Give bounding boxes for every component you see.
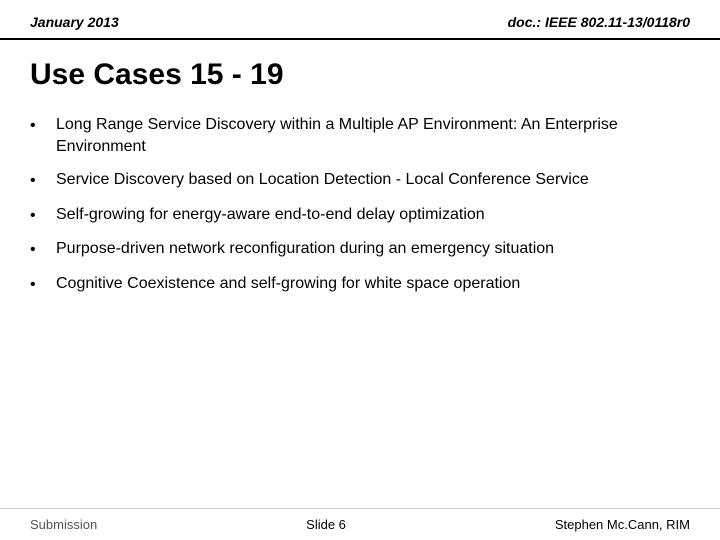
header-doc: doc.: IEEE 802.11-13/0118r0	[508, 14, 690, 30]
bullet-dot: •	[30, 115, 48, 137]
footer-submission: Submission	[30, 517, 97, 532]
bullet-dot: •	[30, 274, 48, 296]
title-section: Use Cases 15 - 19	[0, 40, 720, 106]
bullet-item: • Long Range Service Discovery within a M…	[30, 114, 690, 157]
slide-header: January 2013 doc.: IEEE 802.11-13/0118r0	[0, 0, 720, 40]
slide: January 2013 doc.: IEEE 802.11-13/0118r0…	[0, 0, 720, 540]
slide-title: Use Cases 15 - 19	[30, 58, 690, 92]
bullet-text-4: Purpose-driven network reconfiguration d…	[56, 238, 690, 260]
bullet-text-1: Long Range Service Discovery within a Mu…	[56, 114, 690, 157]
bullet-item: • Self-growing for energy-aware end-to-en…	[30, 204, 690, 227]
footer-author: Stephen Mc.Cann, RIM	[555, 517, 690, 532]
bullet-list: • Long Range Service Discovery within a M…	[30, 114, 690, 296]
bullet-item: • Cognitive Coexistence and self-growing …	[30, 273, 690, 296]
bullet-dot: •	[30, 239, 48, 261]
bullet-text-2: Service Discovery based on Location Dete…	[56, 169, 690, 191]
footer-slide-number: Slide 6	[306, 517, 346, 532]
bullet-text-3: Self-growing for energy-aware end-to-end…	[56, 204, 690, 226]
header-date: January 2013	[30, 14, 119, 30]
bullet-item: • Purpose-driven network reconfiguration …	[30, 238, 690, 261]
bullet-dot: •	[30, 170, 48, 192]
bullet-text-5: Cognitive Coexistence and self-growing f…	[56, 273, 690, 295]
bullet-item: • Service Discovery based on Location Det…	[30, 169, 690, 192]
slide-footer: Submission Slide 6 Stephen Mc.Cann, RIM	[0, 508, 720, 540]
bullet-dot: •	[30, 205, 48, 227]
content-section: • Long Range Service Discovery within a M…	[0, 106, 720, 318]
